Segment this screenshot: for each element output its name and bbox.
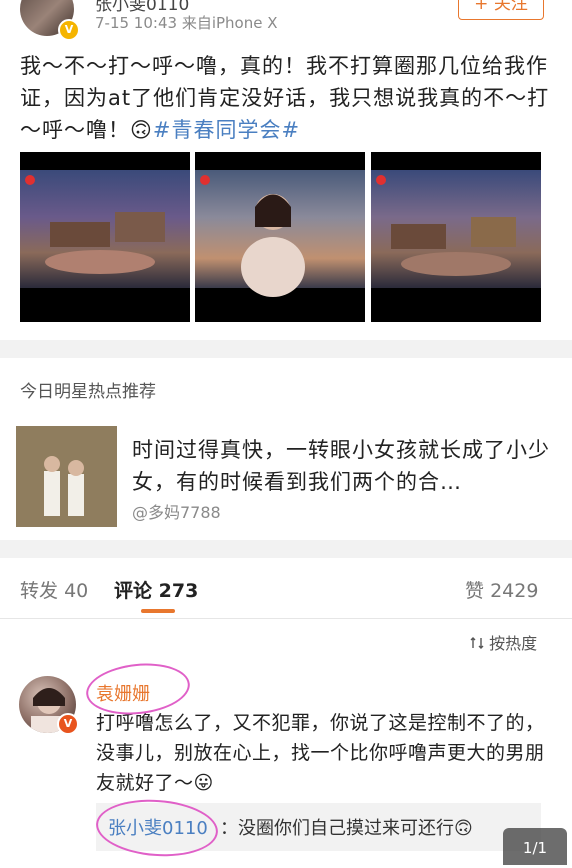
recommend-text[interactable]: 时间过得真快，一转眼小女孩就长成了小少女，有的时候看到我们两个的合… bbox=[132, 434, 552, 498]
recommend-section-title: 今日明星热点推荐 bbox=[20, 382, 156, 402]
active-tab-indicator bbox=[141, 609, 175, 613]
topic-link[interactable]: #青春同学会# bbox=[153, 118, 300, 142]
post-date: 7-15 10:43 bbox=[95, 14, 178, 32]
tab-likes-count: 2429 bbox=[490, 580, 539, 602]
tv-scene-drawing bbox=[25, 175, 165, 274]
recommend-thumbnail[interactable] bbox=[16, 426, 117, 527]
tab-comments-count: 273 bbox=[158, 580, 199, 602]
post-source: 来自iPhone X bbox=[181, 14, 278, 32]
verified-badge-icon: V bbox=[57, 713, 79, 735]
tab-likes-label: 赞 bbox=[465, 580, 485, 602]
section-divider bbox=[0, 540, 572, 558]
sort-label: 按热度 bbox=[489, 634, 538, 653]
section-divider bbox=[0, 340, 572, 358]
sort-icon bbox=[470, 637, 484, 649]
post-meta: 7-15 10:43 来自iPhone X bbox=[95, 12, 278, 33]
post-image-3[interactable] bbox=[371, 152, 541, 322]
verified-badge-icon: V bbox=[58, 19, 80, 41]
tab-likes[interactable]: 赞 2429 bbox=[465, 576, 538, 603]
photo-drawing bbox=[16, 426, 117, 527]
reply-text: ：没圈你们自己摸过来可还行🙃 bbox=[220, 818, 473, 839]
sort-button[interactable]: 按热度 bbox=[470, 630, 537, 654]
tab-separator bbox=[0, 618, 572, 619]
tv-scene-drawing bbox=[376, 175, 516, 276]
tab-repost-label: 转发 bbox=[20, 580, 59, 602]
page-indicator: 1/1 bbox=[503, 828, 567, 865]
post-body: 我～不～打～呼～噜，真的！我不打算圈那几位给我作证，因为at了他们肯定没好话，我… bbox=[20, 50, 555, 146]
tab-repost-count: 40 bbox=[64, 580, 89, 602]
tab-repost[interactable]: 转发 40 bbox=[20, 576, 88, 603]
recommend-author[interactable]: @多妈7788 bbox=[132, 499, 221, 523]
comment-text: 打呼噜怎么了，又不犯罪，你说了这是控制不了的，没事儿，别放在心上，找一个比你呼噜… bbox=[96, 712, 545, 794]
tv-scene-drawing bbox=[200, 175, 305, 297]
follow-button[interactable]: + 关注 bbox=[458, 0, 544, 20]
post-image-1[interactable] bbox=[20, 152, 190, 322]
tab-comments-label: 评论 bbox=[114, 580, 153, 602]
post-image-2[interactable] bbox=[195, 152, 365, 322]
tab-comments[interactable]: 评论 273 bbox=[114, 576, 198, 603]
